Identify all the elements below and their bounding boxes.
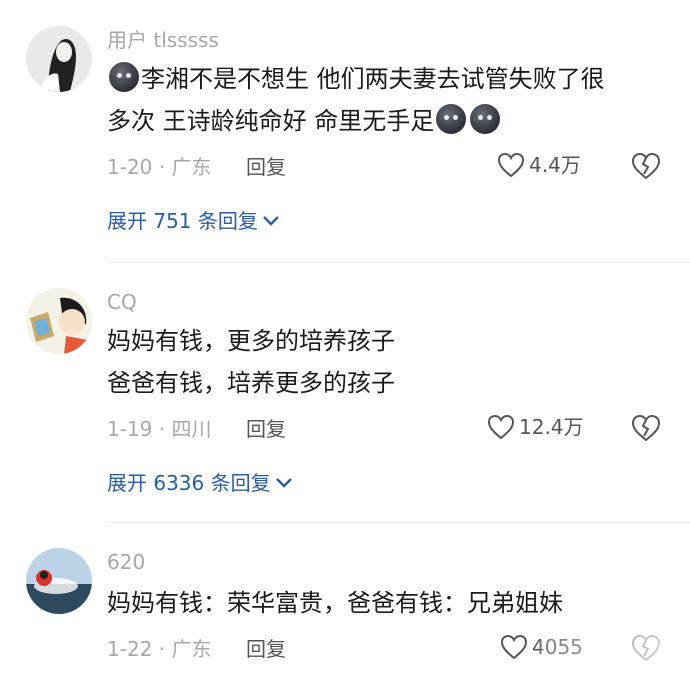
reply-button[interactable]: 回复: [246, 416, 286, 442]
username[interactable]: 用户 tlsssss: [107, 28, 219, 52]
username[interactable]: 620: [107, 550, 145, 574]
divider: [107, 262, 690, 263]
like-button[interactable]: 4.4万: [497, 152, 581, 178]
like-count: 4.4万: [529, 153, 581, 177]
expand-replies-link[interactable]: 展开 751 条回复: [107, 208, 280, 234]
watermark-overlay: [540, 634, 690, 681]
reply-button[interactable]: 回复: [246, 154, 286, 180]
dark-blob-emoji-icon: [436, 104, 467, 134]
comment-text: 李湘不是不想生 他们两夫妻去试管失败了很 多次 王诗龄纯命好 命里无手足: [107, 58, 647, 142]
divider: [107, 522, 690, 523]
reply-button[interactable]: 回复: [246, 636, 286, 662]
dark-blob-emoji-icon: [109, 62, 139, 92]
date-location: 1-20 · 广东: [107, 155, 212, 179]
broken-heart-icon[interactable]: [631, 414, 661, 442]
avatar[interactable]: [26, 288, 92, 354]
avatar[interactable]: [26, 26, 92, 92]
comment-text: 妈妈有钱，更多的培养孩子 爸爸有钱，培养更多的孩子: [107, 320, 647, 404]
like-count: 12.4万: [519, 415, 584, 439]
heart-icon: [500, 634, 528, 660]
chevron-down-icon: [275, 478, 292, 488]
username[interactable]: CQ: [107, 290, 137, 314]
chevron-down-icon: [263, 216, 279, 226]
date-location: 1-19 · 四川: [107, 417, 212, 441]
heart-icon: [487, 414, 515, 440]
comment-text-line: 妈妈有钱：荣华富贵，爸爸有钱：兄弟姐妹: [107, 589, 563, 617]
like-button[interactable]: 12.4万: [487, 414, 584, 440]
avatar[interactable]: [26, 548, 92, 614]
expand-replies-link[interactable]: 展开 6336 条回复: [107, 470, 293, 496]
comment-text-line: 爸爸有钱，培养更多的孩子: [107, 369, 395, 397]
broken-heart-icon[interactable]: [631, 152, 661, 180]
comment-text-line: 妈妈有钱，更多的培养孩子: [107, 327, 395, 355]
dark-blob-emoji-icon: [470, 104, 501, 134]
heart-icon: [497, 152, 525, 178]
expand-replies-label: 展开 6336 条回复: [107, 471, 271, 495]
comment-text: 妈妈有钱：荣华富贵，爸爸有钱：兄弟姐妹: [107, 582, 647, 624]
expand-replies-label: 展开 751 条回复: [107, 209, 258, 233]
date-location: 1-22 · 广东: [107, 637, 212, 661]
